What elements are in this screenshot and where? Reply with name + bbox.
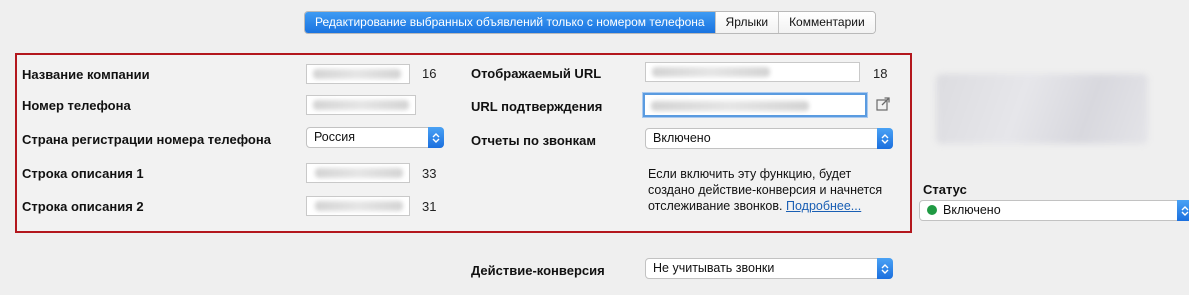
phone-country-label: Страна регистрации номера телефона [22, 132, 271, 147]
external-link-icon[interactable] [876, 97, 890, 111]
call-reports-select[interactable]: Включено [645, 128, 893, 149]
updown-arrows-icon [877, 128, 893, 149]
redacted-value [313, 69, 401, 79]
phone-country-value: Россия [314, 130, 355, 144]
status-label: Статус [923, 182, 967, 197]
updown-arrows-icon [877, 258, 893, 279]
desc1-char-count: 33 [422, 166, 437, 181]
phone-number-input[interactable] [306, 95, 416, 115]
learn-more-link[interactable]: Подробнее... [786, 199, 861, 213]
phone-number-label: Номер телефона [22, 98, 131, 113]
call-reports-value: Включено [653, 131, 711, 145]
redacted-value [313, 100, 409, 110]
call-reports-label: Отчеты по звонкам [471, 133, 596, 148]
conversion-action-select[interactable]: Не учитывать звонки [645, 258, 893, 279]
display-url-label: Отображаемый URL [471, 66, 602, 81]
redacted-value [652, 67, 770, 77]
tab-comments[interactable]: Комментарии [778, 12, 875, 33]
status-enabled-dot-icon [927, 205, 937, 215]
tab-labels[interactable]: Ярлыки [714, 12, 779, 33]
company-name-label: Название компании [22, 67, 150, 82]
updown-arrows-icon [1177, 200, 1189, 221]
redacted-value [315, 201, 403, 211]
desc2-char-count: 31 [422, 199, 437, 214]
verification-url-input[interactable] [643, 93, 867, 117]
display-url-char-count: 18 [873, 66, 888, 81]
updown-arrows-icon [428, 127, 444, 148]
tab-edit-phone-ads[interactable]: Редактирование выбранных объявлений толь… [305, 12, 715, 33]
edit-tabs: Редактирование выбранных объявлений толь… [304, 11, 876, 34]
display-url-input[interactable] [645, 62, 860, 82]
desc1-input[interactable] [306, 163, 410, 183]
status-select[interactable]: Включено [919, 200, 1189, 221]
company-name-char-count: 16 [422, 66, 437, 81]
redacted-value [315, 168, 403, 178]
desc2-label: Строка описания 2 [22, 199, 144, 214]
verification-url-label: URL подтверждения [471, 99, 603, 114]
ad-preview-thumbnail [936, 74, 1148, 144]
call-reports-help: Если включить эту функцию, будет создано… [648, 166, 898, 214]
desc1-label: Строка описания 1 [22, 166, 144, 181]
phone-country-select[interactable]: Россия [306, 127, 444, 148]
conversion-action-value: Не учитывать звонки [653, 261, 775, 275]
conversion-action-label: Действие-конверсия [471, 263, 605, 278]
desc2-input[interactable] [306, 196, 410, 216]
company-name-input[interactable] [306, 64, 410, 84]
redacted-value [651, 101, 809, 111]
status-value: Включено [943, 203, 1001, 217]
